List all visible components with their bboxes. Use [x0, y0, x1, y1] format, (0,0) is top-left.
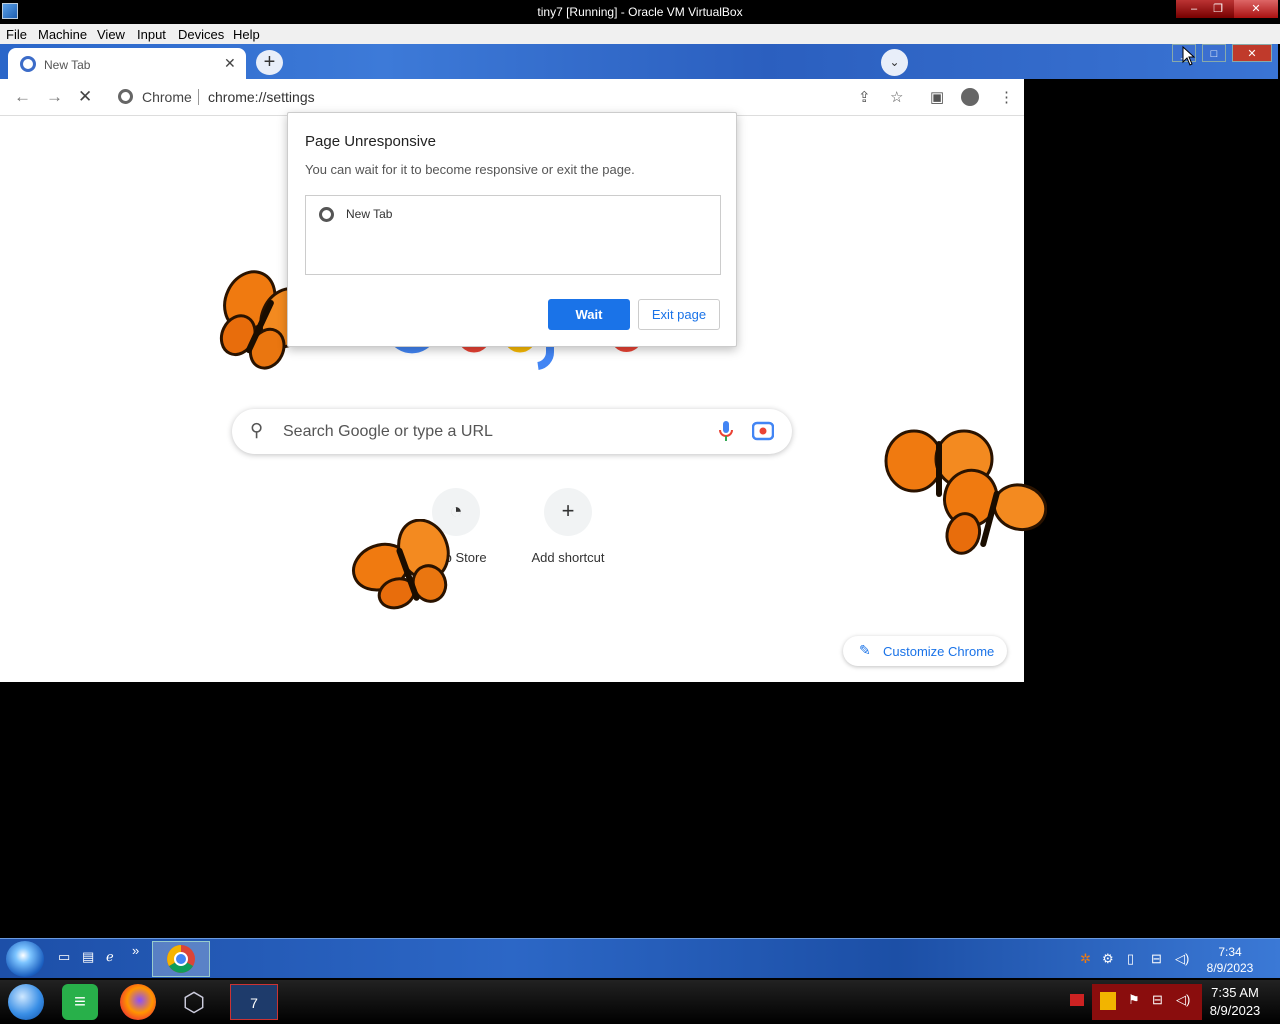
menu-devices[interactable]: Devices	[178, 27, 224, 42]
host-start-button[interactable]	[8, 984, 44, 1020]
dialog-message: You can wait for it to become responsive…	[305, 162, 635, 177]
tab-new-tab[interactable]: New Tab ✕	[8, 48, 246, 79]
plus-icon: +	[544, 488, 592, 536]
host-tray: ⚑ ⊟ ◁)	[1092, 984, 1202, 1020]
pencil-icon: ✎	[859, 642, 871, 658]
exit-page-button[interactable]: Exit page	[638, 299, 720, 330]
omnibox[interactable]: Chrome chrome://settings	[110, 83, 845, 111]
chrome-tabstrip: New Tab ✕ + ⌄ _ □ ✕	[0, 44, 1278, 79]
guest-clock-date: 8/9/2023	[1206, 961, 1254, 975]
firefox-icon[interactable]	[120, 984, 156, 1020]
volume-tray-icon[interactable]: ◁)	[1176, 992, 1190, 1008]
new-tab-button[interactable]: +	[256, 50, 283, 75]
butterfly-icon	[352, 519, 450, 610]
host-close-button[interactable]: ✕	[1234, 0, 1278, 18]
guest-display: New Tab ✕ + ⌄ _ □ ✕ ← → ✕ Chrome chrome:…	[0, 44, 1280, 978]
virtualbox-app-icon[interactable]: ⬡	[176, 984, 212, 1020]
chrome-icon	[319, 207, 334, 222]
list-item[interactable]: New Tab	[346, 207, 392, 221]
dialog-title: Page Unresponsive	[305, 133, 436, 150]
lens-icon[interactable]	[752, 421, 774, 441]
search-box[interactable]: ⚲ Search Google or type a URL	[232, 409, 792, 454]
explorer-icon[interactable]: ▤	[82, 949, 100, 965]
customize-label: Customize Chrome	[883, 644, 995, 659]
mouse-cursor-icon	[1182, 46, 1196, 66]
close-button[interactable]: ✕	[1232, 44, 1272, 62]
share-icon[interactable]: ⇪	[858, 88, 871, 106]
tab-search-button[interactable]: ⌄	[881, 49, 908, 76]
tab-label: New Tab	[44, 58, 91, 72]
network-tray-icon[interactable]: ⊟	[1151, 951, 1162, 967]
host-clock-time: 7:35 AM	[1211, 985, 1259, 1000]
show-desktop-icon[interactable]: ▭	[58, 949, 76, 965]
menu-help[interactable]: Help	[233, 27, 260, 42]
menu-kebab-icon[interactable]: ⋮	[999, 88, 1014, 106]
host-menubar: File Machine View Input Devices Help	[0, 24, 1280, 44]
guest-clock[interactable]: 7:34 8/9/2023	[1198, 944, 1262, 976]
menu-machine[interactable]: Machine	[38, 27, 87, 42]
search-placeholder: Search Google or type a URL	[283, 423, 493, 440]
flash-tray-icon[interactable]	[1100, 992, 1116, 1010]
host-titlebar: tiny7 [Running] - Oracle VM VirtualBox –…	[0, 0, 1280, 24]
guest-clock-time: 7:34	[1218, 945, 1242, 959]
stop-button[interactable]: ✕	[78, 87, 92, 107]
close-icon[interactable]: ✕	[224, 55, 236, 72]
menu-view[interactable]: View	[97, 27, 125, 42]
page-unresponsive-dialog: Page Unresponsive You can wait for it to…	[287, 112, 737, 347]
profile-icon[interactable]	[961, 88, 979, 106]
side-panel-icon[interactable]: ▣	[930, 88, 944, 106]
butterfly-icon	[943, 468, 1047, 555]
host-window-title: tiny7 [Running] - Oracle VM VirtualBox	[537, 5, 743, 19]
back-button[interactable]: ←	[14, 87, 31, 107]
host-taskbar: ≡ ⬡ 7 ⚑ ⊟ ◁) 7:35 AM 8/9/2023	[0, 980, 1280, 1024]
menu-input[interactable]: Input	[137, 27, 166, 42]
omnibox-chip: Chrome	[142, 89, 192, 105]
document-tray-icon[interactable]: ▯	[1127, 951, 1134, 967]
network-tray-icon[interactable]: ⊟	[1152, 992, 1163, 1008]
mic-icon[interactable]	[718, 420, 734, 442]
divider	[198, 89, 199, 105]
gear-tray-icon[interactable]: ⚙	[1102, 951, 1114, 967]
host-restore-button[interactable]: ❐	[1200, 0, 1236, 18]
shortcut-label: Add shortcut	[531, 550, 605, 565]
chrome-icon	[118, 89, 133, 104]
chrome-toolbar: ← → ✕ Chrome chrome://settings ⇪ ☆ ▣ ⋮	[0, 79, 1024, 116]
notes-app-icon[interactable]: ≡	[62, 984, 98, 1020]
customize-chrome-button[interactable]: ✎ Customize Chrome	[843, 636, 1007, 666]
flag-tray-icon[interactable]: ⚑	[1128, 992, 1140, 1008]
bookmark-star-icon[interactable]: ☆	[890, 88, 903, 106]
guest-taskbar: ▭ ▤ ℯ » ✲ ⚙ ▯ ⊟ ◁) 7:34 8/9/2023	[0, 938, 1280, 978]
red-tray-icon[interactable]	[1070, 994, 1084, 1006]
search-icon: ⚲	[250, 420, 264, 440]
url-text[interactable]: chrome://settings	[208, 89, 315, 105]
tiny7-vm-icon[interactable]: 7	[230, 984, 278, 1020]
host-clock-date: 8/9/2023	[1209, 1003, 1261, 1018]
menu-file[interactable]: File	[6, 27, 27, 42]
host-clock[interactable]: 7:35 AM 8/9/2023	[1202, 984, 1268, 1020]
wait-button[interactable]: Wait	[548, 299, 630, 330]
taskbar-chrome-button[interactable]	[152, 941, 210, 977]
butterfly-tray-icon[interactable]: ✲	[1080, 951, 1091, 967]
forward-button[interactable]: →	[46, 87, 63, 107]
volume-tray-icon[interactable]: ◁)	[1175, 951, 1189, 967]
overflow-chevron-icon[interactable]: »	[132, 943, 150, 959]
shortcut-add[interactable]: + Add shortcut	[512, 488, 624, 584]
chrome-icon	[20, 56, 36, 72]
start-button[interactable]	[6, 941, 44, 977]
unresponsive-page-list: New Tab	[305, 195, 721, 275]
chrome-icon	[167, 945, 195, 973]
maximize-button[interactable]: □	[1202, 44, 1226, 62]
ie-icon[interactable]: ℯ	[106, 949, 124, 965]
